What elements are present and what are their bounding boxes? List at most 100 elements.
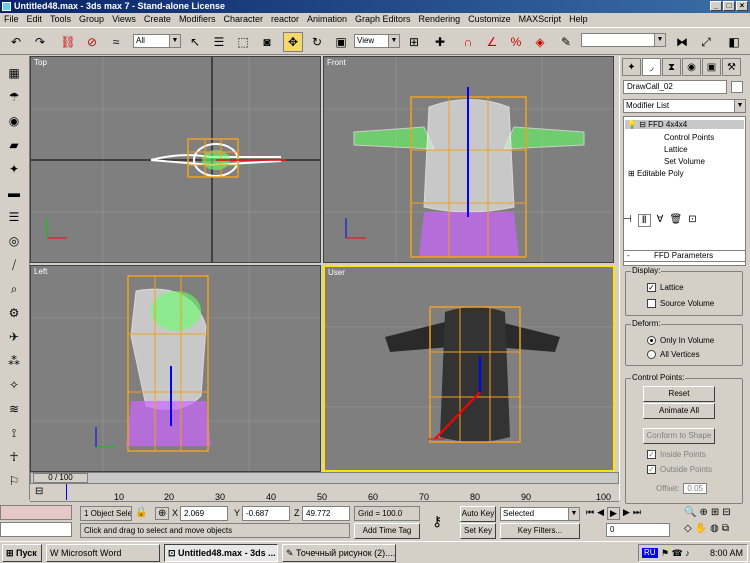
arc-rotate-icon[interactable]: ◍	[710, 523, 719, 534]
go-to-end-icon[interactable]: ⏭	[633, 507, 641, 520]
time-slider[interactable]: 0 / 100	[30, 472, 619, 484]
all-vertices-radio[interactable]: All Vertices	[647, 350, 700, 359]
stack-item-set-volume[interactable]: Set Volume	[664, 157, 705, 166]
modifier-list-dropdown[interactable]: Modifier List ▼	[623, 99, 746, 113]
z-coordinate-field[interactable]: 49.772	[302, 506, 350, 521]
motion-tab-icon[interactable]: ◉	[682, 58, 701, 76]
objects-tab-icon[interactable]: ▦	[4, 64, 24, 82]
object-name-field[interactable]: DrawCall_02	[623, 80, 727, 94]
make-unique-icon[interactable]: ∀	[657, 214, 664, 227]
unlink-icon[interactable]: ⊘	[82, 32, 102, 52]
menu-reactor[interactable]: reactor	[267, 13, 303, 26]
menu-modifiers[interactable]: Modifiers	[175, 13, 220, 26]
snap-toggle-icon[interactable]: ∩	[458, 32, 478, 52]
star-icon[interactable]: ✦	[4, 160, 24, 178]
percent-snap-icon[interactable]: %	[506, 32, 526, 52]
sphere-icon[interactable]: ◉	[4, 112, 24, 130]
zoom-extents-icon[interactable]: ⊞	[711, 507, 719, 518]
maximize-viewport-icon[interactable]: ⧉	[722, 523, 729, 534]
key-icon[interactable]: ⚷	[432, 513, 442, 530]
menu-graph-editors[interactable]: Graph Editors	[351, 13, 415, 26]
menu-help[interactable]: Help	[565, 13, 592, 26]
maximize-button[interactable]: □	[723, 1, 735, 11]
task-3dsmax[interactable]: ⊡ Untitled48.max - 3ds ...	[164, 544, 278, 562]
language-indicator[interactable]: RU	[642, 548, 658, 558]
menu-tools[interactable]: Tools	[46, 13, 75, 26]
modify-tab-icon[interactable]: ◞	[642, 58, 661, 76]
animate-all-button[interactable]: Animate All	[643, 403, 715, 419]
biped-icon[interactable]: ⚐	[4, 472, 24, 490]
display-tab-icon[interactable]: ▣	[702, 58, 721, 76]
menu-rendering[interactable]: Rendering	[415, 13, 465, 26]
previous-frame-icon[interactable]: ◀	[597, 507, 604, 520]
undo-icon[interactable]: ↶	[6, 32, 26, 52]
ffd-parameters-rollout[interactable]: - FFD Parameters	[623, 250, 746, 262]
field-of-view-icon[interactable]: ◇	[684, 523, 692, 534]
selection-filter-dropdown[interactable]: All ▼	[133, 34, 181, 48]
lattice-checkbox[interactable]: ✓ Lattice	[647, 283, 684, 292]
absolute-mode-icon[interactable]: ⊕	[155, 507, 170, 520]
maxscript-listener-mini[interactable]	[0, 505, 72, 520]
menu-customize[interactable]: Customize	[464, 13, 515, 26]
menu-animation[interactable]: Animation	[303, 13, 351, 26]
select-by-name-icon[interactable]: ☰	[209, 32, 229, 52]
redo-icon[interactable]: ↷	[30, 32, 50, 52]
bone-icon[interactable]: ☥	[4, 448, 24, 466]
window-crossing-icon[interactable]: ◙	[257, 32, 277, 52]
stack-item-lattice[interactable]: Lattice	[664, 145, 688, 154]
remove-modifier-icon[interactable]: 🗑	[669, 214, 682, 227]
show-end-result-icon[interactable]: Ⅱ	[637, 214, 651, 227]
close-button[interactable]: ×	[736, 1, 748, 11]
stack-item-editable-poly[interactable]: ⊞ Editable Poly	[628, 169, 684, 178]
play-icon[interactable]: ▶	[607, 507, 620, 520]
utilities-tab-icon[interactable]: ⚒	[722, 58, 741, 76]
menu-edit[interactable]: Edit	[23, 13, 47, 26]
viewport-front[interactable]: Front	[323, 56, 614, 263]
torus-icon[interactable]: ◎	[4, 232, 24, 250]
x-coordinate-field[interactable]: 2.069	[180, 506, 228, 521]
spinner-snap-icon[interactable]: ◈	[530, 32, 550, 52]
minimize-button[interactable]: _	[710, 1, 722, 11]
time-slider-thumb[interactable]: 0 / 100	[33, 473, 88, 483]
stack-item-control-points[interactable]: Control Points	[664, 133, 714, 142]
tray-icons[interactable]: ⚑ ☎ ♪	[661, 545, 690, 561]
set-key-button[interactable]: Set Key	[460, 523, 496, 539]
link-icon[interactable]: ⛓	[58, 32, 78, 52]
edit-named-sets-icon[interactable]: ✎	[556, 32, 576, 52]
y-coordinate-field[interactable]: -0.687	[242, 506, 290, 521]
manipulate-icon[interactable]: ✚	[430, 32, 450, 52]
menu-maxscript[interactable]: MAXScript	[515, 13, 566, 26]
zoom-icon[interactable]: 🔍	[684, 507, 696, 518]
hierarchy-tab-icon[interactable]: ⧗	[662, 58, 681, 76]
reference-coord-dropdown[interactable]: View ▼	[354, 34, 400, 48]
next-frame-icon[interactable]: ▶	[623, 507, 630, 520]
track-bar[interactable]: ⊟ 10 20 30 40 50 60 70 80 90 100	[30, 484, 619, 502]
mini-curve-icon[interactable]: ⊟	[35, 486, 43, 497]
viewport-left[interactable]: Left	[30, 265, 321, 472]
named-selection-sets-dropdown[interactable]: ▼	[581, 33, 666, 47]
gear-icon[interactable]: ⚙	[4, 304, 24, 322]
menu-group[interactable]: Group	[75, 13, 108, 26]
lock-selection-icon[interactable]: 🔒	[135, 507, 147, 518]
layer-manager-icon[interactable]: ◧	[724, 32, 744, 52]
shapes-tab-icon[interactable]: ☂	[4, 88, 24, 106]
spacewarp-icon[interactable]: ✧	[4, 376, 24, 394]
pivot-center-icon[interactable]: ⊞	[404, 32, 424, 52]
auto-key-button[interactable]: Auto Key	[460, 506, 496, 522]
wave-icon[interactable]: ≋	[4, 400, 24, 418]
plane-icon[interactable]: ▰	[4, 136, 24, 154]
menu-views[interactable]: Views	[108, 13, 140, 26]
bind-spacewarp-icon[interactable]: ≈	[106, 32, 126, 52]
helper-icon[interactable]: ⌕	[4, 280, 24, 298]
angle-snap-icon[interactable]: ∠	[482, 32, 502, 52]
tube-icon[interactable]: ⧸	[4, 256, 24, 274]
add-time-tag-button[interactable]: Add Time Tag	[354, 523, 420, 539]
pan-icon[interactable]: ✋	[695, 523, 707, 534]
key-filters-button[interactable]: Key Filters...	[500, 523, 580, 539]
particle-icon[interactable]: ⁂	[4, 352, 24, 370]
mirror-icon[interactable]: ⧓	[672, 32, 692, 52]
stack-item-ffd[interactable]: 💡 ⊟ FFD 4x4x4	[625, 120, 744, 129]
object-color-swatch[interactable]	[731, 81, 743, 93]
select-object-icon[interactable]: ↖	[185, 32, 205, 52]
go-to-start-icon[interactable]: ⏮	[586, 507, 594, 520]
